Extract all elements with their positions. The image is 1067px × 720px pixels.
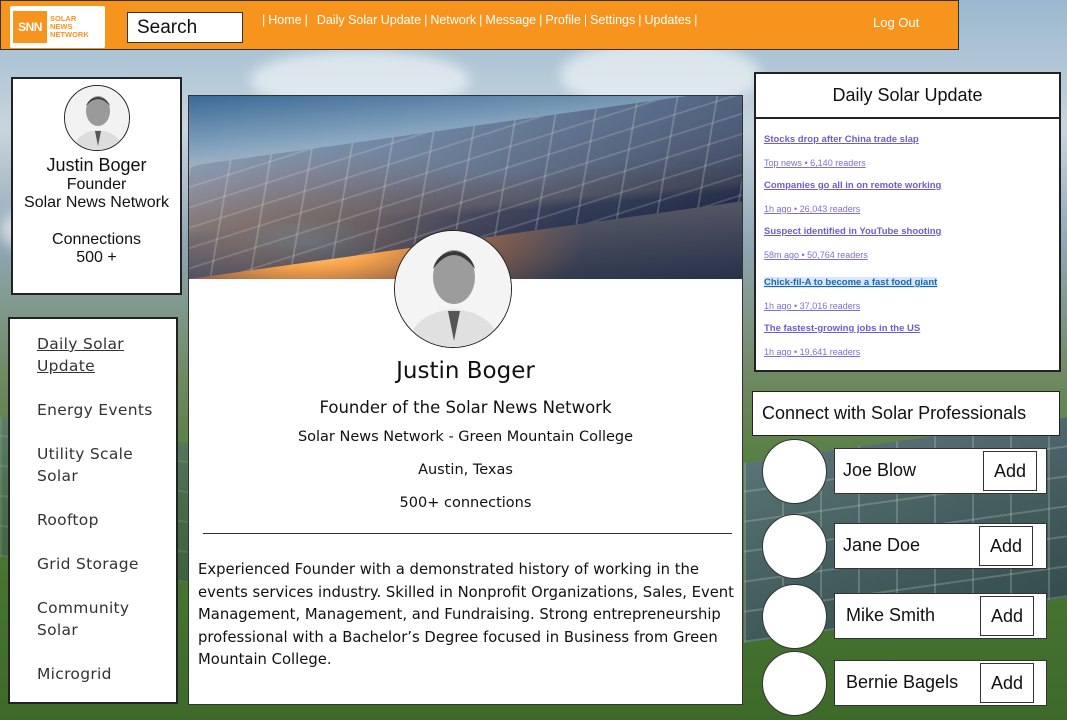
nav-link-settings[interactable]: Settings xyxy=(590,13,635,27)
person-card: Mike Smith Add xyxy=(834,593,1047,639)
top-navbar: SNN SOLAR NEWS NETWORK Search | Home | D… xyxy=(0,0,959,50)
news-list: Stocks drop after China trade slap Top n… xyxy=(756,119,1059,357)
connections-count: 500 + xyxy=(76,249,117,266)
news-headline[interactable]: Suspect identified in YouTube shooting xyxy=(764,226,1051,237)
profile-avatar[interactable] xyxy=(394,230,512,348)
nav-separator: | xyxy=(262,13,266,27)
news-headline[interactable]: Companies go all in on remote working xyxy=(764,180,1051,191)
nav-separator: | xyxy=(539,13,543,27)
person-photo-icon xyxy=(64,86,129,150)
profile-connections[interactable]: 500+ connections xyxy=(189,495,742,511)
logout-link[interactable]: Log Out xyxy=(873,15,919,30)
avatar[interactable] xyxy=(63,85,130,151)
profile-role: Founder xyxy=(66,176,127,193)
person-name[interactable]: Mike Smith xyxy=(846,605,935,626)
person-photo-icon xyxy=(395,231,511,347)
connect-panel-title: Connect with Solar Professionals xyxy=(752,391,1060,436)
menu-item-community-solar[interactable]: Community Solar xyxy=(37,597,147,641)
person-name[interactable]: Jane Doe xyxy=(843,535,920,556)
profile-bio: Experienced Founder with a demonstrated … xyxy=(198,561,734,668)
menu-item-microgrid[interactable]: Microgrid xyxy=(37,663,176,685)
nav-separator: | xyxy=(694,13,698,27)
news-meta: Top news • 6,140 readers xyxy=(764,158,866,168)
news-meta: 1h ago • 37,016 readers xyxy=(764,301,861,311)
profile-name-heading: Justin Boger xyxy=(396,358,535,384)
add-connection-button[interactable]: Add xyxy=(979,526,1033,566)
news-panel-title: Daily Solar Update xyxy=(756,74,1059,119)
profile-summary-card: Justin Boger Founder Solar News Network … xyxy=(11,77,182,295)
nav-link-home[interactable]: Home xyxy=(268,13,301,27)
news-headline[interactable]: The fastest-growing jobs in the US xyxy=(764,323,1051,334)
nav-link-updates[interactable]: Updates xyxy=(645,13,692,27)
menu-item-grid-storage[interactable]: Grid Storage xyxy=(37,553,176,575)
connections-label[interactable]: Connections xyxy=(13,231,180,249)
nav-link-daily-solar-update[interactable]: Daily Solar Update xyxy=(317,13,421,27)
news-headline[interactable]: Stocks drop after China trade slap xyxy=(764,134,1051,145)
profile-company: Solar News Network xyxy=(24,194,169,211)
add-connection-button[interactable]: Add xyxy=(983,451,1037,491)
nav-separator: | xyxy=(583,13,588,27)
profile-name: Justin Boger xyxy=(46,155,147,175)
logo-wordmark: SOLAR NEWS NETWORK xyxy=(50,14,89,39)
logo-mark: SNN xyxy=(13,11,47,43)
person-avatar[interactable] xyxy=(762,651,827,716)
menu-item-rooftop[interactable]: Rooftop xyxy=(37,509,176,531)
profile-main-panel: Justin Boger Founder of the Solar News N… xyxy=(188,95,743,705)
person-avatar[interactable] xyxy=(762,584,827,649)
brand-logo[interactable]: SNN SOLAR NEWS NETWORK xyxy=(10,6,105,48)
person-card: Joe Blow Add xyxy=(834,448,1047,494)
topics-menu: Daily Solar Update Energy Events Utility… xyxy=(8,317,178,704)
profile-headline: Founder of the Solar News Network xyxy=(319,398,612,417)
menu-item-daily-solar-update[interactable]: Daily Solar Update xyxy=(37,333,147,377)
nav-separator: | xyxy=(479,13,483,27)
news-meta: 1h ago • 19,641 readers xyxy=(764,347,861,357)
profile-location: Austin, Texas xyxy=(418,462,513,478)
search-input[interactable]: Search xyxy=(127,12,243,43)
person-name[interactable]: Bernie Bagels xyxy=(846,672,958,693)
daily-solar-update-panel: Daily Solar Update Stocks drop after Chi… xyxy=(754,72,1061,372)
person-avatar[interactable] xyxy=(762,514,827,579)
main-nav: | Home | Daily Solar Update | Network | … xyxy=(259,13,700,27)
nav-separator: | xyxy=(424,13,428,27)
news-meta: 1h ago • 26,043 readers xyxy=(764,204,861,214)
nav-link-profile[interactable]: Profile xyxy=(545,13,580,27)
nav-link-message[interactable]: Message xyxy=(485,13,536,27)
person-card: Jane Doe Add xyxy=(834,523,1047,569)
person-card: Bernie Bagels Add xyxy=(834,660,1047,706)
person-name[interactable]: Joe Blow xyxy=(843,460,916,481)
add-connection-button[interactable]: Add xyxy=(980,663,1034,703)
divider xyxy=(203,533,732,534)
news-meta: 58m ago • 50,764 readers xyxy=(764,250,868,260)
nav-separator: | xyxy=(304,13,308,27)
nav-link-network[interactable]: Network xyxy=(430,13,476,27)
nav-separator: | xyxy=(638,13,642,27)
profile-organization: Solar News Network - Green Mountain Coll… xyxy=(297,429,634,445)
add-connection-button[interactable]: Add xyxy=(980,596,1034,636)
menu-item-energy-events[interactable]: Energy Events xyxy=(37,399,176,421)
person-avatar[interactable] xyxy=(762,439,827,504)
menu-item-utility-scale-solar[interactable]: Utility Scale Solar xyxy=(37,443,147,487)
news-headline[interactable]: Chick-fil-A to become a fast food giant xyxy=(764,277,938,288)
